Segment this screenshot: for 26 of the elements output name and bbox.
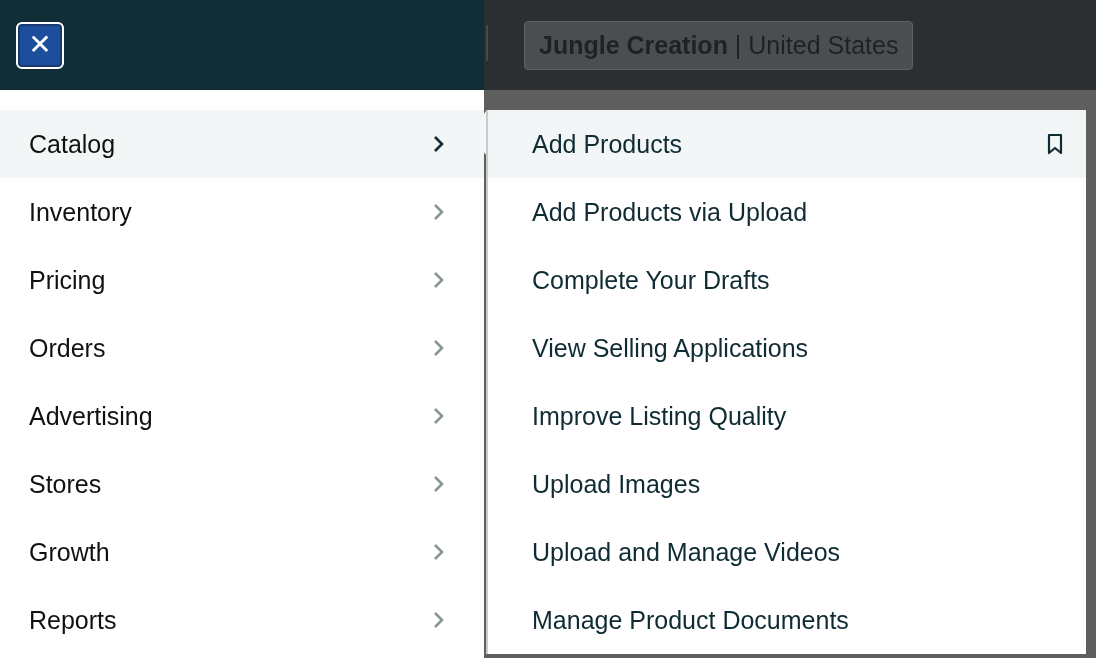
submenu-item[interactable]: Upload Images <box>488 450 1086 518</box>
submenu-item[interactable]: Add Products <box>488 110 1086 178</box>
chevron-right-icon <box>432 134 446 154</box>
chevron-right-icon <box>432 338 446 358</box>
chevron-right-icon <box>432 610 446 630</box>
submenu-item[interactable]: Improve Listing Quality <box>488 382 1086 450</box>
submenu-item[interactable]: Complete Your Drafts <box>488 246 1086 314</box>
menu-item[interactable]: Stores <box>0 450 484 518</box>
chevron-right-icon <box>432 406 446 426</box>
submenu-item[interactable]: Upload and Manage Videos <box>488 518 1086 586</box>
menu-item[interactable]: Orders <box>0 314 484 382</box>
menu-item[interactable]: Advertising <box>0 382 484 450</box>
menu-item[interactable]: Pricing <box>0 246 484 314</box>
chevron-right-icon <box>432 542 446 562</box>
chevron-right-icon <box>432 270 446 290</box>
menu-item[interactable]: Catalog <box>0 110 484 178</box>
menu-item[interactable]: Growth <box>0 518 484 586</box>
chevron-right-icon <box>432 474 446 494</box>
close-button[interactable]: ✕ <box>16 21 64 69</box>
submenu-item[interactable]: Manage Product Documents <box>488 586 1086 654</box>
submenu-item[interactable]: Add Products via Upload <box>488 178 1086 246</box>
bookmark-icon[interactable] <box>1046 133 1064 155</box>
menu-item[interactable]: Inventory <box>0 178 484 246</box>
submenu-item[interactable]: View Selling Applications <box>488 314 1086 382</box>
chevron-right-icon <box>432 202 446 222</box>
menu-item[interactable]: Reports <box>0 586 484 654</box>
